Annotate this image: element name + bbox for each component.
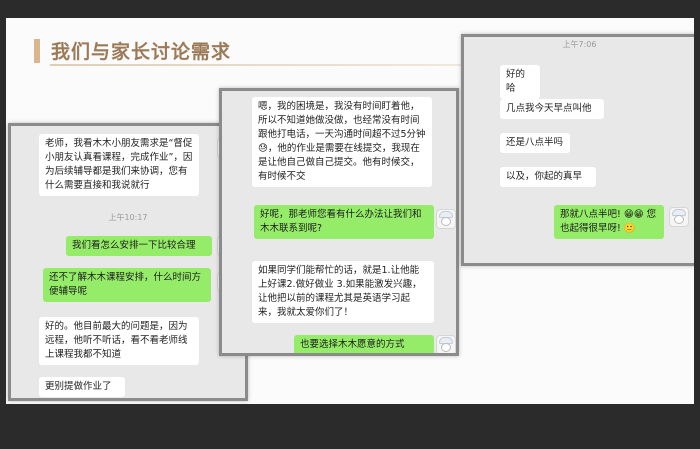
chat-message: 那就八点半吧! 😁😁 您也起得很早呀! 🙂	[554, 205, 664, 239]
chat-screenshot-left: 老师，我看木木小朋友需求是“督促小朋友认真看课程，完成作业”，因为后续辅导都是我…	[8, 123, 248, 401]
top-bar	[0, 0, 700, 18]
chat-message: 老师，我看木木小朋友需求是“督促小朋友认真看课程，完成作业”，因为后续辅导都是我…	[39, 134, 199, 196]
chat-screenshot-right: 上午7:06 好的哈 几点我今天早点叫他 还是八点半吗 以及，你起的真早 那就八…	[461, 34, 694, 266]
presentation-slide: 我们与家长讨论需求 老师，我看木木小朋友需求是“督促小朋友认真看课程，完成作业”…	[6, 18, 694, 404]
chat-message: 嗯，我的困境是，我没有时间盯着他，所以不知道她做没做，也经常没有时间跟他打电话，…	[252, 97, 432, 187]
avatar-icon	[436, 209, 456, 229]
chat-message: 好的哈	[500, 65, 540, 99]
chat-message: 几点我今天早点叫他	[500, 99, 604, 119]
chat-screenshot-middle: 嗯，我的困境是，我没有时间盯着他，所以不知道她做没做，也经常没有时间跟他打电话，…	[219, 88, 459, 356]
chat-timestamp: 上午7:06	[562, 40, 597, 49]
bottom-bar	[0, 404, 700, 449]
chat-message: 我们看怎么安排一下比较合理	[66, 236, 212, 256]
chat-timestamp: 上午10:17	[108, 213, 148, 222]
chat-message: 还是八点半吗	[500, 133, 570, 153]
title-underline	[50, 64, 520, 66]
chat-message: 更别提做作业了	[39, 377, 125, 397]
chat-message: 好的。他目前最大的问题是，因为远程，他听不听话，看不看老师线上课程我都不知道	[39, 317, 199, 365]
chat-message: 还不了解木木课程安排，什么时间方便辅导呢	[43, 268, 211, 302]
title-accent-bar	[34, 39, 40, 63]
chat-message: 以及，你起的真早	[500, 167, 596, 187]
slide-title: 我们与家长讨论需求	[51, 41, 232, 63]
chat-message: 好呢，那老师您看有什么办法让我们和木木联系到呢?	[254, 205, 434, 239]
avatar-icon	[436, 335, 456, 353]
avatar-icon	[669, 207, 689, 227]
chat-message: 如果同学们能帮忙的话，就是1.让他能上好课2.做好做业 3.如果能激发兴趣，让他…	[252, 261, 434, 323]
chat-message: 也要选择木木愿意的方式	[294, 335, 434, 353]
